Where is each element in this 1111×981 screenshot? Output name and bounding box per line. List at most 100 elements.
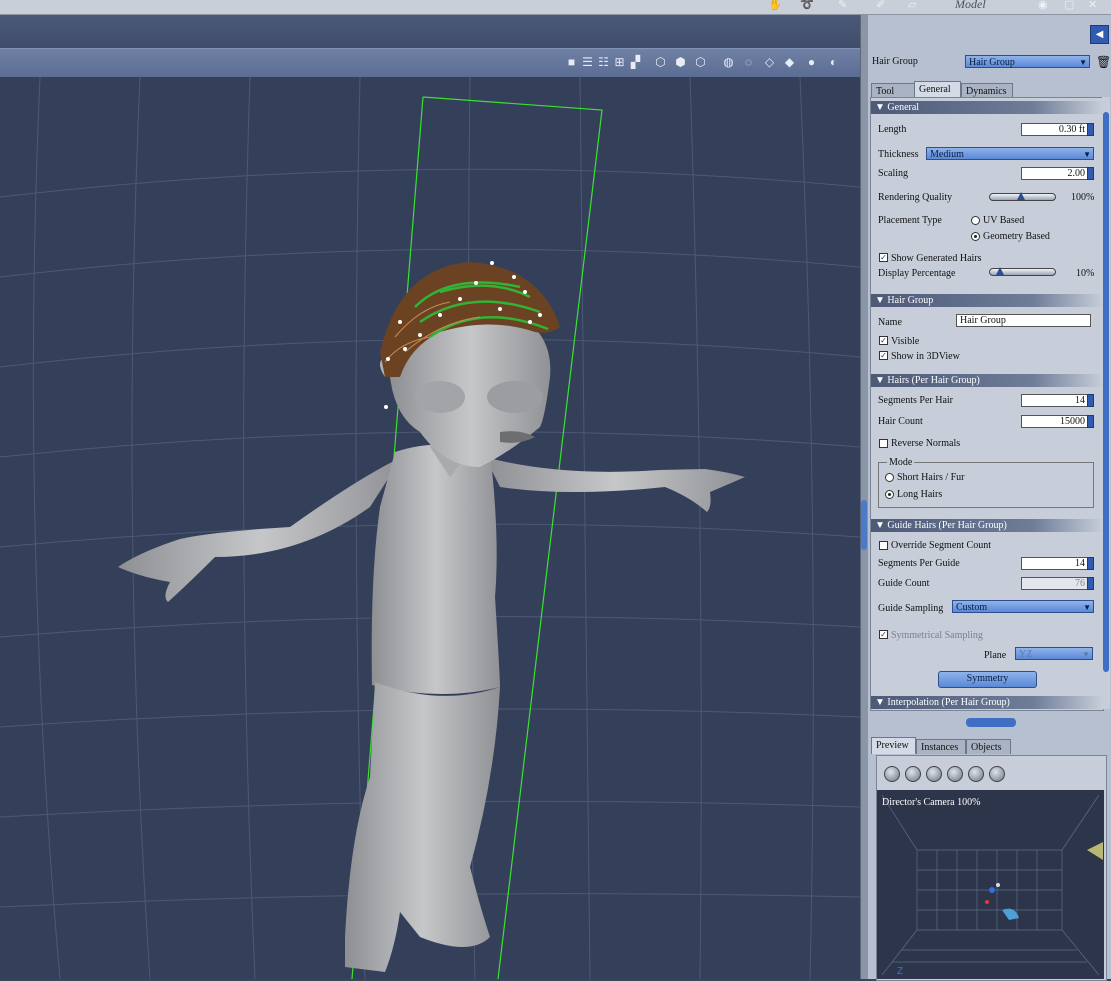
rendering-quality-slider[interactable]	[989, 192, 1056, 201]
hair-group-select[interactable]: Hair Group ▼	[965, 55, 1090, 68]
smooth-shaded-icon[interactable]: ●	[805, 56, 818, 69]
section-hairs-header[interactable]: ▼ Hairs (Per Hair Group)	[871, 374, 1103, 387]
eye-icon[interactable]: ◉	[1038, 0, 1048, 12]
hair-tool-icon[interactable]: ➰	[800, 0, 814, 12]
uv-based-radio[interactable]	[971, 216, 980, 225]
section-interpolation-header[interactable]: ▼ Interpolation (Per Hair Group)	[871, 696, 1103, 709]
trash-icon[interactable]: 🗑	[1096, 55, 1111, 70]
divider-grip[interactable]	[861, 500, 867, 550]
properties-scrollbar[interactable]	[1102, 97, 1110, 709]
symmetrical-sampling-label: Symmetrical Sampling	[891, 630, 983, 641]
section-hair-group-header[interactable]: ▼ Hair Group	[871, 294, 1103, 307]
preview-viewport[interactable]: Z	[877, 790, 1104, 979]
properties-scroll-area: ▼ General Length 0.30 ft Thickness Mediu…	[870, 97, 1104, 711]
visible-checkbox[interactable]: ✓	[879, 336, 888, 345]
tab-tool[interactable]: Tool	[871, 83, 915, 98]
hair-group-name-field[interactable]: Hair Group	[956, 314, 1091, 327]
bottom-tab-bar: Preview Instances Objects	[871, 737, 1105, 755]
scrollbar-thumb[interactable]	[1103, 112, 1109, 672]
tab-preview[interactable]: Preview	[871, 737, 916, 754]
show-generated-hairs-checkbox[interactable]: ✓	[879, 253, 888, 262]
section-guide-hairs-header[interactable]: ▼ Guide Hairs (Per Hair Group)	[871, 519, 1103, 532]
scaling-label: Scaling	[878, 168, 908, 179]
display-percentage-slider[interactable]	[989, 267, 1056, 276]
show-in-3dview-label: Show in 3DView	[891, 351, 960, 362]
guide-sampling-label: Guide Sampling	[878, 603, 944, 614]
room-mode-label: Model	[955, 0, 986, 11]
collapse-panel-button[interactable]: ◀	[1090, 25, 1109, 44]
hair-count-field[interactable]: 15000	[1021, 415, 1094, 428]
panel-splitter-handle[interactable]	[966, 718, 1016, 727]
three-view-icon[interactable]: ☷	[597, 56, 610, 69]
tab-instances[interactable]: Instances	[916, 739, 966, 754]
wire-cube-icon[interactable]	[926, 766, 942, 782]
wireframe-box-icon[interactable]: ⬡	[654, 56, 667, 69]
thickness-label: Thickness	[878, 149, 919, 160]
hair-group-label: Hair Group	[872, 56, 918, 67]
override-segment-count-checkbox[interactable]	[879, 541, 888, 550]
texture-shaded-icon[interactable]	[989, 766, 1005, 782]
brush-icon[interactable]: ✐	[876, 0, 885, 12]
symmetry-button[interactable]: Symmetry	[938, 671, 1037, 688]
symmetrical-sampling-checkbox[interactable]: ✓	[879, 630, 888, 639]
guide-count-field: 76	[1021, 577, 1094, 590]
preview-scene: Z	[881, 794, 1103, 977]
mode-label: Mode	[887, 457, 915, 468]
bounding-box-icon[interactable]: ◍	[722, 56, 735, 69]
axis-z-label: Z	[897, 966, 903, 977]
outline-box-icon[interactable]: ⬡	[694, 56, 707, 69]
long-hairs-radio[interactable]	[885, 490, 894, 499]
solid-cube-icon[interactable]	[947, 766, 963, 782]
two-view-icon[interactable]: ☰	[581, 56, 594, 69]
segments-per-hair-field[interactable]: 14	[1021, 394, 1094, 407]
single-view-icon[interactable]: ■	[565, 56, 578, 69]
short-hairs-radio[interactable]	[885, 473, 894, 482]
tab-dynamics[interactable]: Dynamics	[961, 83, 1013, 98]
rendering-quality-value: 100%	[1071, 192, 1095, 203]
placement-type-label: Placement Type	[878, 215, 942, 226]
feather-icon[interactable]: ✎	[838, 0, 847, 12]
vertex-icon[interactable]: ◌	[742, 56, 755, 69]
3d-viewport[interactable]	[0, 77, 860, 979]
texture-shaded-icon[interactable]: ◐	[827, 56, 840, 69]
display-percentage-value: 10%	[1076, 268, 1095, 279]
segments-per-guide-field[interactable]: 14	[1021, 557, 1094, 570]
smooth-shaded-icon[interactable]	[968, 766, 984, 782]
slider-knob[interactable]	[995, 267, 1004, 275]
plane-select[interactable]: YZ ▼	[1015, 647, 1093, 660]
hand-tool-icon[interactable]: ✋	[768, 0, 782, 12]
slider-knob[interactable]	[1016, 192, 1025, 200]
section-general-header[interactable]: ▼ General	[871, 101, 1103, 114]
reverse-normals-label: Reverse Normals	[891, 438, 961, 449]
segments-per-hair-label: Segments Per Hair	[878, 395, 953, 406]
length-field[interactable]: 0.30 ft	[1021, 123, 1094, 136]
character-model	[118, 261, 745, 972]
vertex-icon[interactable]	[905, 766, 921, 782]
show-generated-hairs-label: Show Generated Hairs	[891, 253, 982, 264]
title-bar: ✋ ➰ ✎ ✐ ▱ Model ◉ ▢ ✕	[0, 0, 1111, 15]
geometry-based-label: Geometry Based	[983, 231, 1050, 242]
custom-layout-icon[interactable]: ▞	[629, 56, 642, 69]
geometry-based-radio[interactable]	[971, 232, 980, 241]
rendering-quality-label: Rendering Quality	[878, 192, 953, 203]
solid-cube-icon[interactable]: ◆	[783, 56, 796, 69]
shaded-box-icon[interactable]: ⬢	[674, 56, 687, 69]
display-percentage-label: Display Percentage	[878, 268, 956, 279]
scaling-field[interactable]: 2.00	[1021, 167, 1094, 180]
guide-sampling-select[interactable]: Custom ▼	[952, 600, 1094, 613]
preview-grid	[881, 794, 1100, 976]
thickness-select[interactable]: Medium ▼	[926, 147, 1094, 160]
tab-objects[interactable]: Objects	[966, 739, 1011, 754]
viewport-scene	[0, 77, 860, 979]
close-icon[interactable]: ✕	[1088, 0, 1097, 12]
preview-camera-label: Director's Camera 100%	[882, 797, 981, 808]
four-view-icon[interactable]: ⊞	[613, 56, 626, 69]
bounding-box-icon[interactable]	[884, 766, 900, 782]
wire-cube-icon[interactable]: ◇	[763, 56, 776, 69]
book-icon[interactable]: ▱	[908, 0, 916, 12]
tab-general[interactable]: General	[914, 81, 961, 98]
maximize-icon[interactable]: ▢	[1064, 0, 1074, 12]
show-in-3dview-checkbox[interactable]: ✓	[879, 351, 888, 360]
reverse-normals-checkbox[interactable]	[879, 439, 888, 448]
guide-count-label: Guide Count	[878, 578, 930, 589]
